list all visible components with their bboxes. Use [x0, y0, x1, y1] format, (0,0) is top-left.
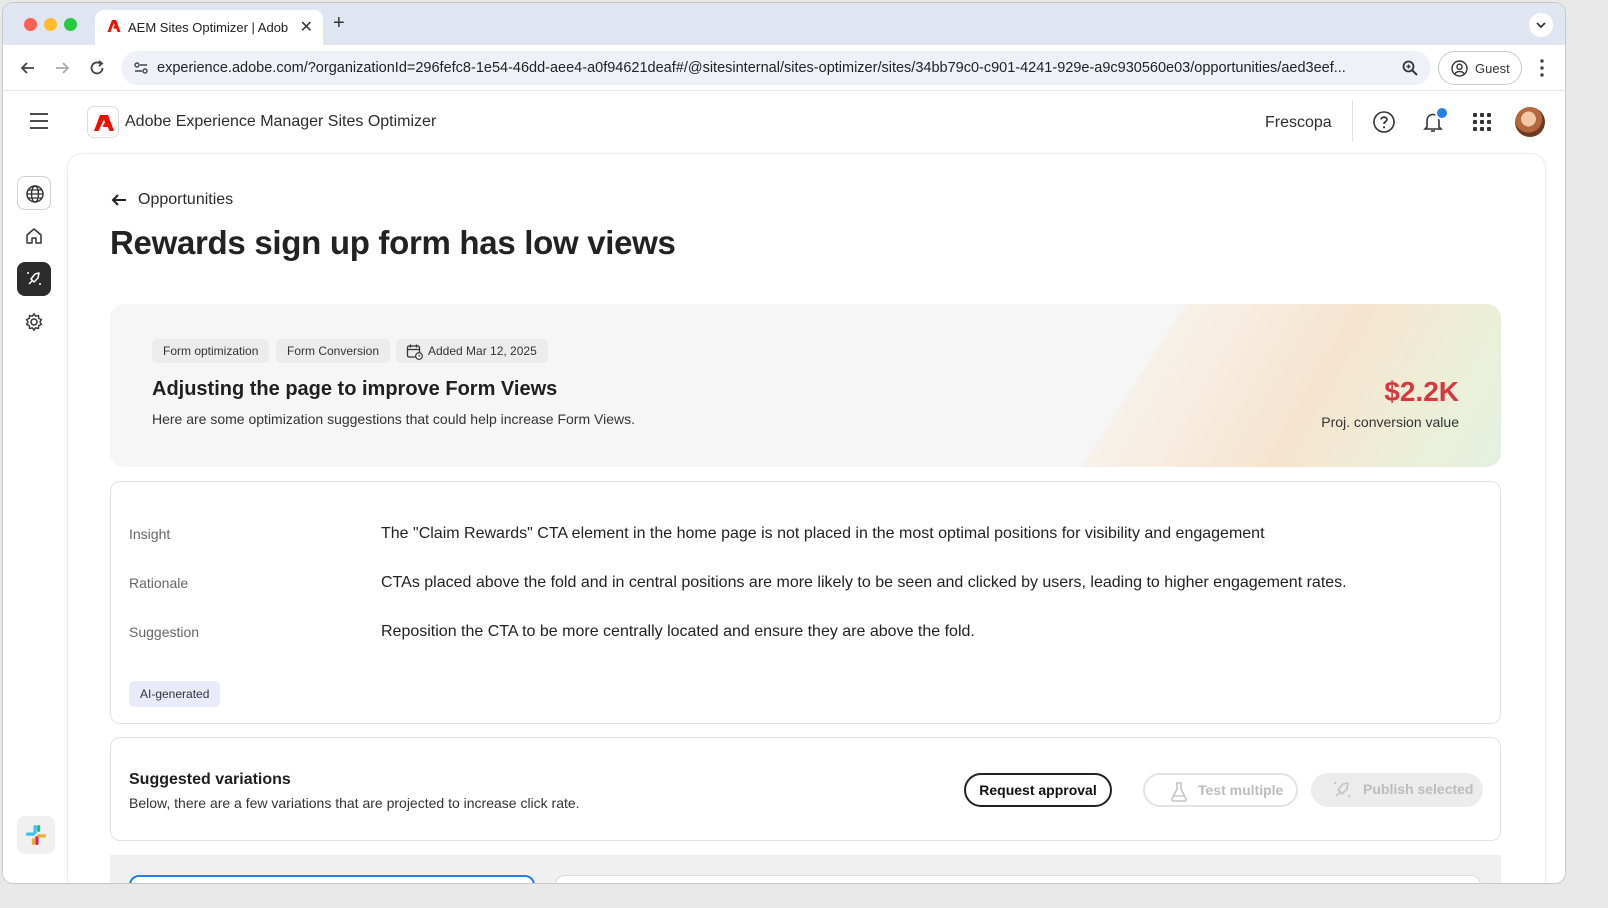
suggested-variations-card: Suggested variations Below, there are a … — [110, 737, 1501, 841]
arrow-left-icon — [111, 194, 126, 206]
adobe-favicon-icon — [107, 20, 121, 32]
profile-icon — [1451, 60, 1468, 77]
address-bar[interactable]: experience.adobe.com/?organizationId=296… — [121, 51, 1431, 85]
browser-tab[interactable]: AEM Sites Optimizer | Adobe Experience M… — [95, 10, 323, 45]
test-multiple-label: Test multiple — [1198, 782, 1284, 798]
back-label: Opportunities — [138, 191, 234, 208]
guest-profile-button[interactable]: Guest — [1438, 51, 1522, 85]
globe-icon — [26, 185, 44, 203]
opportunity-summary-card: Form optimization Form Conversion Added … — [110, 304, 1501, 467]
tag-chip: Form optimization — [152, 339, 270, 363]
request-approval-button[interactable]: Request approval — [964, 773, 1112, 807]
rail-item-opportunities[interactable] — [17, 262, 51, 296]
variations-list — [110, 855, 1501, 883]
maximize-window-button[interactable] — [64, 18, 77, 31]
publish-icon — [1333, 781, 1351, 798]
new-tab-button[interactable]: + — [333, 12, 345, 35]
apps-grid-icon[interactable] — [1470, 110, 1494, 134]
suggestion-text: Reposition the CTA to be more centrally … — [381, 623, 975, 640]
tab-search-button[interactable] — [1529, 13, 1553, 37]
guest-label: Guest — [1475, 61, 1510, 76]
reload-icon[interactable] — [86, 57, 108, 79]
notification-badge — [1435, 106, 1449, 120]
test-multiple-button[interactable]: Test multiple — [1143, 773, 1298, 807]
publish-selected-label: Publish selected — [1363, 781, 1474, 797]
tab-title: AEM Sites Optimizer | Adobe Experience M… — [128, 20, 288, 35]
header-divider — [1352, 100, 1353, 142]
left-rail — [3, 154, 67, 883]
publish-selected-button[interactable]: Publish selected — [1311, 773, 1483, 807]
hero-subtitle: Here are some optimization suggestions t… — [152, 411, 635, 427]
hero-title: Adjusting the page to improve Form Views — [152, 378, 558, 400]
suggestion-label: Suggestion — [129, 624, 200, 640]
date-label: Added Mar 12, 2025 — [428, 344, 537, 358]
browser-window: AEM Sites Optimizer | Adobe Experience M… — [3, 3, 1565, 883]
close-window-button[interactable] — [24, 18, 37, 31]
gear-icon — [25, 313, 43, 331]
slack-icon — [26, 825, 46, 845]
adobe-logo-icon — [94, 115, 114, 131]
variation-card-selected[interactable] — [129, 875, 535, 883]
opportunities-icon — [27, 272, 41, 285]
tab-close-icon[interactable]: ✕ — [300, 17, 313, 37]
date-chip: Added Mar 12, 2025 — [396, 339, 548, 363]
chevron-down-icon — [1536, 22, 1546, 29]
variations-title: Suggested variations — [129, 771, 291, 788]
insight-text: The "Claim Rewards" CTA element in the h… — [381, 525, 1265, 542]
site-settings-icon[interactable] — [133, 60, 149, 76]
projected-value: $2.2K — [1384, 376, 1459, 407]
insight-card: Insight The "Claim Rewards" CTA element … — [110, 481, 1501, 724]
browser-toolbar: experience.adobe.com/?organizationId=296… — [3, 45, 1565, 91]
forward-arrow-icon[interactable] — [51, 57, 73, 79]
adobe-logo[interactable] — [87, 106, 119, 138]
variations-subtitle: Below, there are a few variations that a… — [129, 795, 580, 811]
user-avatar[interactable] — [1515, 107, 1545, 137]
page-title: Rewards sign up form has low views — [110, 224, 676, 261]
app-title[interactable]: Adobe Experience Manager Sites Optimizer — [125, 113, 436, 131]
more-menu-icon[interactable] — [1537, 57, 1547, 79]
zoom-icon[interactable] — [1401, 59, 1419, 77]
rationale-text: CTAs placed above the fold and in centra… — [381, 574, 1347, 591]
rail-item-sites[interactable] — [17, 176, 51, 210]
calendar-icon — [406, 344, 423, 360]
hamburger-icon[interactable] — [29, 112, 49, 130]
insight-label: Insight — [129, 526, 171, 542]
help-icon[interactable] — [1372, 110, 1396, 134]
minimize-window-button[interactable] — [44, 18, 57, 31]
rationale-label: Rationale — [129, 575, 189, 591]
app-header: Adobe Experience Manager Sites Optimizer… — [3, 92, 1565, 154]
back-arrow-icon[interactable] — [17, 57, 39, 79]
beaker-icon — [1171, 782, 1187, 802]
url-text[interactable]: experience.adobe.com/?organizationId=296… — [157, 60, 1387, 76]
rail-item-home[interactable] — [17, 219, 51, 253]
rail-item-slack[interactable] — [17, 816, 55, 854]
variation-card[interactable] — [555, 875, 1481, 883]
main-content: Opportunities Rewards sign up form has l… — [68, 154, 1545, 883]
rail-item-settings[interactable] — [17, 305, 51, 339]
projected-value-label: Proj. conversion value — [1321, 414, 1459, 430]
home-icon — [26, 228, 42, 244]
org-switcher[interactable]: Frescopa — [1265, 114, 1332, 132]
tab-strip: AEM Sites Optimizer | Adobe Experience M… — [3, 3, 1565, 45]
ai-generated-badge: AI-generated — [129, 681, 221, 707]
tag-chip: Form Conversion — [276, 339, 391, 363]
